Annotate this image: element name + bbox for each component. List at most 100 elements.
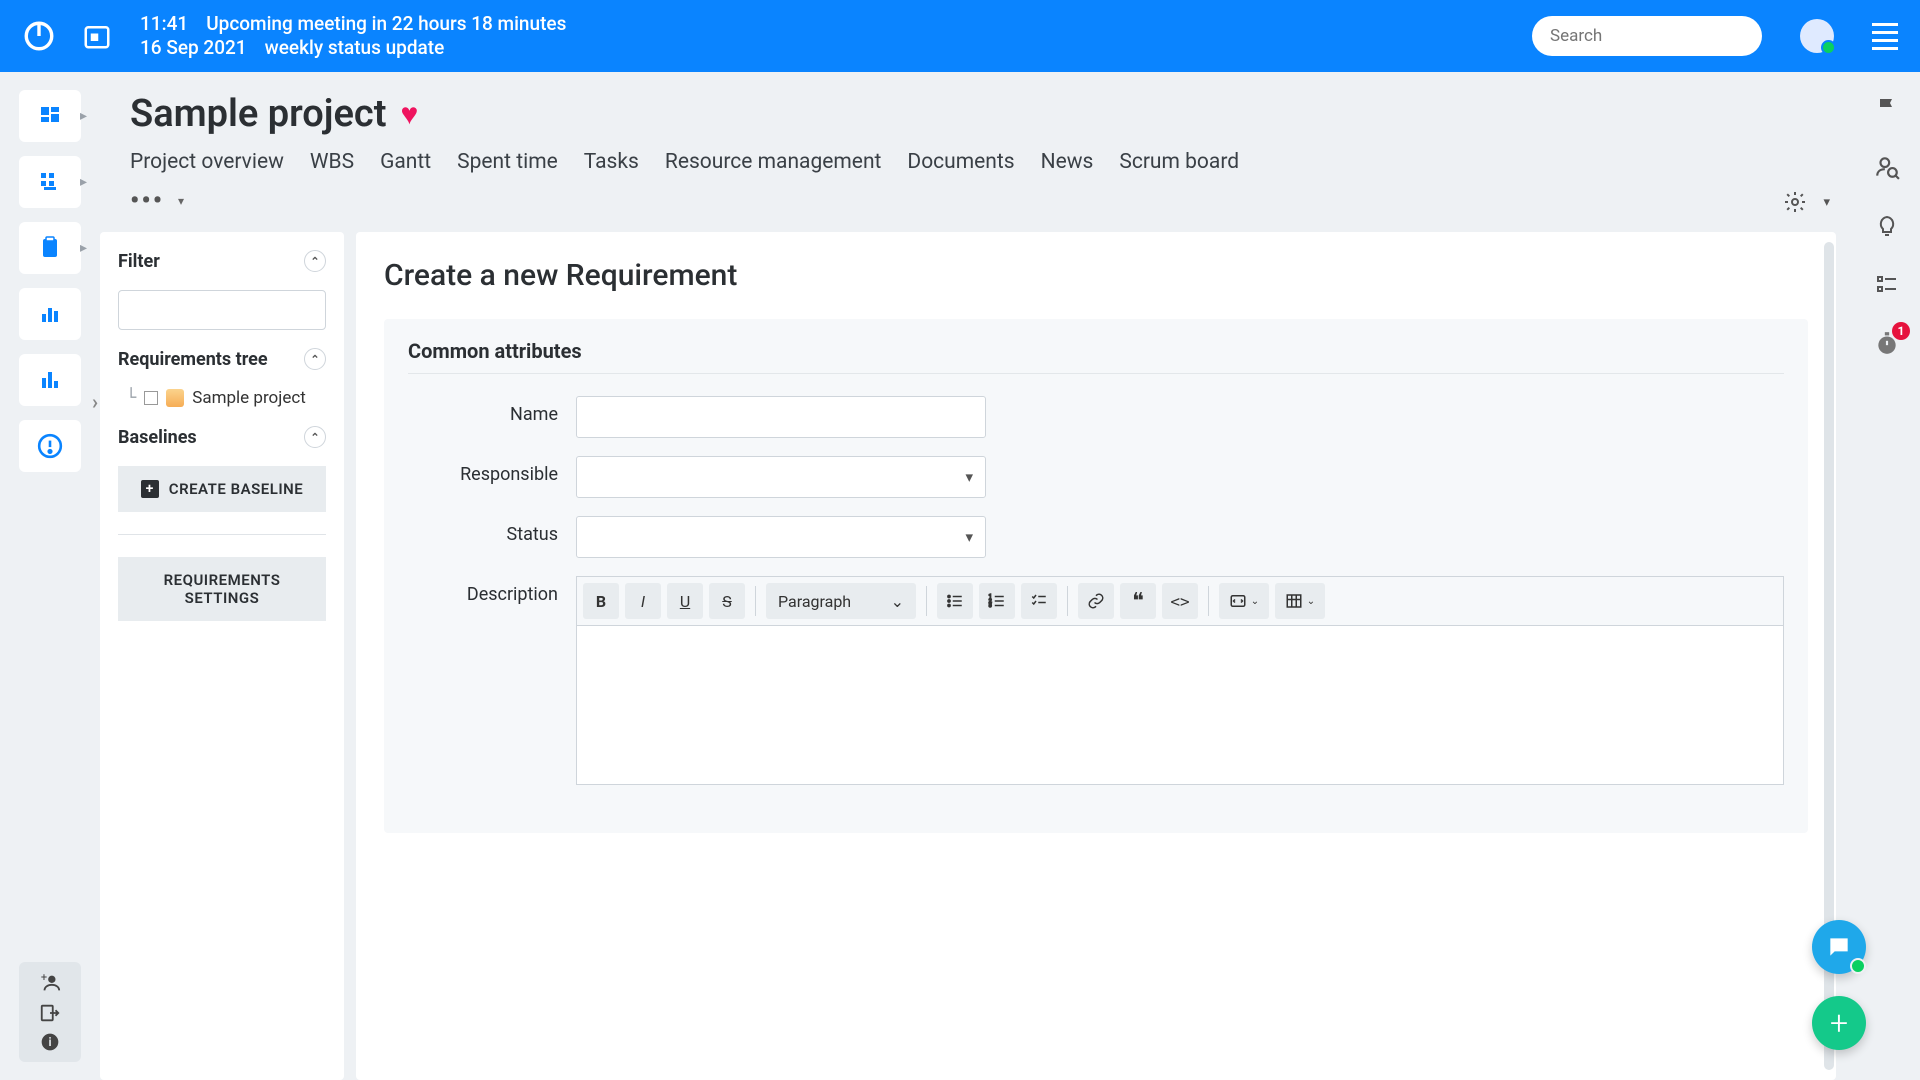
bold-button[interactable]: B	[583, 583, 619, 619]
number-list-button[interactable]: 123	[979, 583, 1015, 619]
timer-badge: 1	[1892, 322, 1910, 340]
name-label: Name	[408, 396, 558, 425]
link-button[interactable]	[1078, 583, 1114, 619]
underline-button[interactable]: U	[667, 583, 703, 619]
page-header: Sample project ♥ Project overview WBS Ga…	[100, 72, 1854, 232]
embed-button[interactable]: ⌄	[1219, 583, 1269, 619]
meeting-notice: Upcoming meeting in 22 hours 18 minutes	[206, 12, 566, 36]
code-button[interactable]: <>	[1162, 583, 1198, 619]
tasks-icon[interactable]	[1875, 272, 1899, 296]
chevron-right-icon: ▸	[80, 108, 87, 124]
requirements-settings-label: REQUIREMENTS SETTINGS	[130, 571, 314, 607]
project-icon	[166, 389, 184, 407]
add-user-icon[interactable]: +	[39, 972, 61, 994]
info-icon[interactable]: i	[40, 1032, 60, 1052]
filter-input[interactable]	[118, 290, 326, 330]
rail-bar-chart-2[interactable]	[19, 354, 81, 406]
more-menu[interactable]: •••	[130, 186, 164, 216]
tab-documents[interactable]: Documents	[907, 150, 1014, 174]
chevron-down-icon[interactable]: ▾	[1823, 190, 1830, 214]
tab-spent-time[interactable]: Spent time	[457, 150, 558, 174]
content-card: Create a new Requirement Common attribut…	[356, 232, 1836, 1080]
search-input[interactable]	[1550, 26, 1744, 46]
checklist-button[interactable]	[1021, 583, 1057, 619]
common-attributes: Common attributes Name Responsible ▾ Sta…	[384, 319, 1808, 833]
tab-news[interactable]: News	[1041, 150, 1094, 174]
editor-toolbar: B I U S Paragraph ⌄	[576, 576, 1784, 625]
tab-wbs[interactable]: WBS	[310, 150, 354, 174]
chat-fab[interactable]	[1812, 920, 1866, 974]
name-input[interactable]	[576, 396, 986, 438]
chevron-right-icon: ▸	[80, 174, 87, 190]
status-select[interactable]: ▾	[576, 516, 986, 558]
center-area: Sample project ♥ Project overview WBS Ga…	[100, 72, 1854, 1080]
timer-icon[interactable]: 1	[1874, 330, 1900, 356]
quote-button[interactable]: ❝	[1120, 583, 1156, 619]
rail-tree[interactable]: ▸	[19, 156, 81, 208]
rail-clipboard[interactable]: ▸	[19, 222, 81, 274]
description-editor[interactable]	[576, 625, 1784, 785]
clock-time: 11:41	[140, 12, 188, 36]
paragraph-select[interactable]: Paragraph ⌄	[766, 583, 916, 619]
tab-gantt[interactable]: Gantt	[380, 150, 431, 174]
logout-icon[interactable]	[39, 1002, 61, 1024]
tree-connector-icon: └	[126, 388, 136, 408]
responsible-select[interactable]: ▾	[576, 456, 986, 498]
flag-icon[interactable]	[1875, 96, 1899, 120]
tree-root-label: Sample project	[192, 388, 306, 408]
strike-button[interactable]: S	[709, 583, 745, 619]
meeting-title: weekly status update	[265, 36, 445, 60]
tab-resource[interactable]: Resource management	[665, 150, 882, 174]
rail-dashboard[interactable]: ▸	[19, 90, 81, 142]
italic-button[interactable]: I	[625, 583, 661, 619]
fab-stack: +	[1812, 920, 1866, 1050]
find-user-icon[interactable]	[1874, 154, 1900, 180]
tab-scrum[interactable]: Scrum board	[1119, 150, 1239, 174]
project-title: Sample project	[130, 92, 387, 136]
chevron-down-icon: ⌄	[891, 592, 904, 611]
bulb-icon[interactable]	[1875, 214, 1899, 238]
divider	[118, 534, 326, 535]
expand-rail-icon[interactable]: ›	[92, 390, 98, 414]
checkbox-icon[interactable]	[144, 391, 158, 405]
status-label: Status	[408, 516, 558, 545]
form-heading: Create a new Requirement	[384, 258, 1808, 293]
baselines-heading: Baselines	[118, 427, 197, 448]
filter-heading: Filter	[118, 251, 160, 272]
calendar-icon[interactable]	[82, 21, 112, 51]
add-fab[interactable]: +	[1812, 996, 1866, 1050]
favorite-icon[interactable]: ♥	[401, 97, 419, 132]
rail-alert[interactable]	[19, 420, 81, 472]
create-baseline-button[interactable]: + CREATE BASELINE	[118, 466, 326, 512]
menu-icon[interactable]	[1872, 23, 1898, 50]
power-icon[interactable]	[22, 19, 56, 53]
requirements-sidebar: Filter ⌃ Requirements tree ⌃ └ Sample pr…	[100, 232, 344, 1080]
search-box[interactable]	[1532, 16, 1762, 56]
collapse-tree-icon[interactable]: ⌃	[304, 348, 326, 370]
chevron-down-icon[interactable]: ▾	[178, 194, 184, 208]
table-button[interactable]: ⌄	[1275, 583, 1325, 619]
create-baseline-label: CREATE BASELINE	[169, 480, 303, 498]
tree-heading: Requirements tree	[118, 349, 268, 370]
topbar: 11:41 Upcoming meeting in 22 hours 18 mi…	[0, 0, 1920, 72]
bullet-list-button[interactable]	[937, 583, 973, 619]
requirements-settings-button[interactable]: REQUIREMENTS SETTINGS	[118, 557, 326, 621]
tab-tasks[interactable]: Tasks	[584, 150, 639, 174]
svg-text:3: 3	[989, 603, 992, 609]
rail-bottom: + i	[19, 962, 81, 1062]
description-label: Description	[408, 576, 558, 605]
collapse-baselines-icon[interactable]: ⌃	[304, 426, 326, 448]
chevron-right-icon: ▸	[80, 240, 87, 256]
tab-overview[interactable]: Project overview	[130, 150, 284, 174]
responsible-label: Responsible	[408, 456, 558, 485]
svg-text:+: +	[41, 972, 47, 984]
tree-root-item[interactable]: └ Sample project	[118, 388, 326, 408]
avatar[interactable]	[1800, 19, 1834, 53]
current-date: 16 Sep 2021	[140, 36, 247, 60]
rail-bar-chart[interactable]	[19, 288, 81, 340]
left-rail: ▸ ▸ ▸ › + i	[0, 72, 100, 1080]
meeting-info: 11:41 Upcoming meeting in 22 hours 18 mi…	[140, 12, 566, 60]
collapse-filter-icon[interactable]: ⌃	[304, 250, 326, 272]
gear-icon[interactable]	[1783, 190, 1807, 214]
svg-text:i: i	[48, 1035, 51, 1049]
